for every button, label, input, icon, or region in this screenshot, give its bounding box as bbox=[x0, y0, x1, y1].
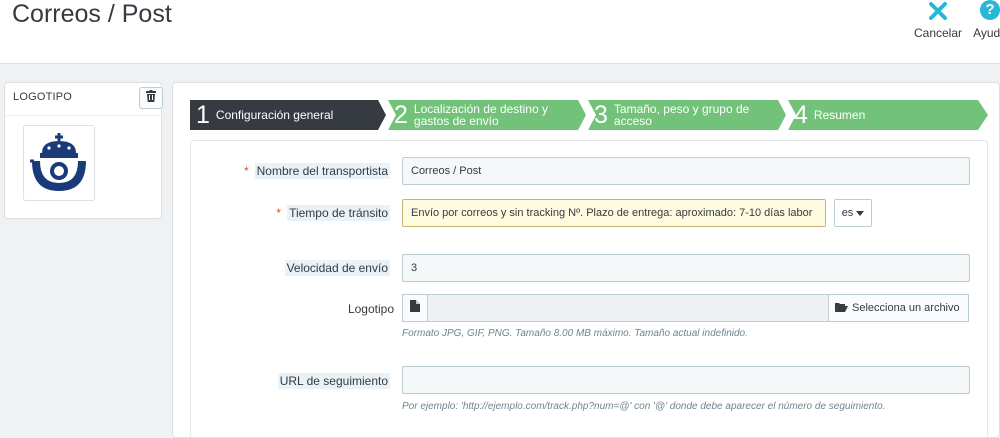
step-general-config[interactable]: 1 Configuración general bbox=[190, 100, 386, 130]
page-title: Correos / Post bbox=[12, 0, 172, 28]
language-dropdown[interactable]: es bbox=[834, 199, 872, 227]
logo-help-text: Formato JPG, GIF, PNG. Tamaño 8.00 MB má… bbox=[402, 328, 748, 339]
tracking-url-help-text: Por ejemplo: 'http://ejemplo.com/track.p… bbox=[402, 401, 886, 412]
carrier-logo bbox=[23, 125, 95, 201]
transit-time-input[interactable]: Envío por correos y sin tracking Nº. Pla… bbox=[402, 199, 826, 227]
correos-logo bbox=[30, 133, 86, 191]
language-code: es bbox=[841, 207, 854, 219]
help-icon: ? bbox=[970, 0, 1000, 22]
step-label: Tamaño, peso y grupo de acceso bbox=[613, 102, 750, 128]
step-number: 4 bbox=[794, 101, 808, 129]
help-label: Ayuda bbox=[973, 26, 1000, 40]
step-number: 2 bbox=[394, 101, 408, 129]
transit-time-label: * Tiempo de tránsito bbox=[276, 205, 390, 221]
step-label: Localización de destino y gastos de enví… bbox=[413, 102, 548, 128]
logo-file-input[interactable] bbox=[427, 294, 829, 322]
carrier-name-input[interactable]: Correos / Post bbox=[402, 157, 970, 185]
step-label: Resumen bbox=[813, 108, 866, 122]
folder-open-icon bbox=[835, 302, 848, 315]
step-number: 3 bbox=[594, 101, 608, 129]
select-file-button[interactable]: Selecciona un archivo bbox=[828, 294, 969, 322]
step-label: Configuración general bbox=[215, 108, 334, 122]
logo-panel-title: LOGOTIPO bbox=[13, 91, 73, 103]
step-destination[interactable]: 2 Localización de destino y gastos de en… bbox=[388, 100, 586, 130]
tracking-url-input[interactable] bbox=[402, 366, 970, 394]
cancel-label: Cancelar bbox=[913, 26, 963, 40]
step-number: 1 bbox=[196, 101, 210, 129]
logo-panel: LOGOTIPO bbox=[4, 82, 163, 219]
wizard-steps: 1 Configuración general 2 Localización d… bbox=[190, 100, 990, 130]
select-file-label: Selecciona un archivo bbox=[852, 302, 960, 314]
page-header: Correos / Post Cancelar ? Ayuda bbox=[0, 0, 1000, 64]
trash-icon bbox=[146, 89, 156, 107]
help-button[interactable]: ? Ayuda bbox=[970, 0, 1000, 40]
step-summary[interactable]: 4 Resumen bbox=[788, 100, 988, 130]
cancel-button[interactable]: Cancelar bbox=[912, 0, 964, 40]
step-size-weight[interactable]: 3 Tamaño, peso y grupo de acceso bbox=[588, 100, 786, 130]
delete-logo-button[interactable] bbox=[139, 87, 163, 109]
close-icon bbox=[912, 0, 964, 22]
speed-input[interactable]: 3 bbox=[402, 254, 970, 282]
file-input-icon bbox=[402, 294, 428, 322]
carrier-name-label: * Nombre del transportista bbox=[243, 163, 390, 179]
logo-divider bbox=[5, 115, 161, 116]
file-icon bbox=[410, 299, 420, 317]
logo-label: Logotipo bbox=[347, 302, 394, 316]
tracking-url-label: URL de seguimiento bbox=[277, 373, 390, 389]
caret-down-icon bbox=[856, 207, 865, 219]
speed-label: Velocidad de envío bbox=[284, 260, 390, 276]
